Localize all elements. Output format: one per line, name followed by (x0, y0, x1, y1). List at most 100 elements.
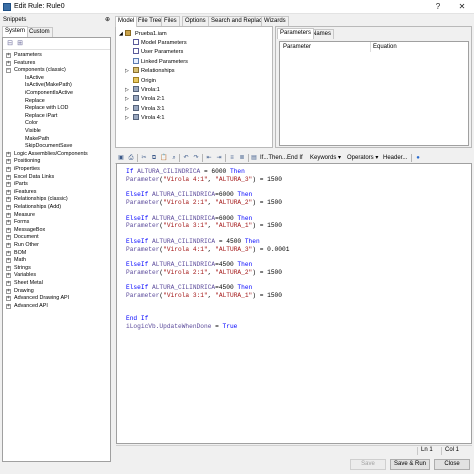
expand-all-icon[interactable]: ⊞ (16, 40, 24, 48)
expand-icon[interactable]: + (6, 281, 11, 286)
column-header-parameter[interactable]: Parameter (283, 44, 311, 50)
snippet-tree-item[interactable]: + Logic Assemblies/Components (3, 151, 108, 158)
model-tree-item[interactable]: Origin (125, 76, 156, 84)
snippet-tree-item[interactable]: + Measure (3, 212, 108, 219)
expand-icon[interactable]: + (6, 288, 11, 294)
snippet-tree-item[interactable]: + Features (3, 60, 108, 67)
expand-icon[interactable]: + (6, 60, 11, 66)
snippet-tree-item[interactable]: + iParts (3, 181, 108, 188)
pin-icon[interactable]: ⊕ (105, 17, 111, 23)
cut-icon[interactable]: ✂ (140, 154, 148, 162)
snippet-tree-item[interactable]: + Positioning (3, 158, 108, 165)
uncomment-icon[interactable]: ≣ (238, 154, 246, 162)
save-button[interactable]: Save (350, 459, 386, 470)
find-icon[interactable]: ⌕ (170, 154, 178, 162)
model-tree-item[interactable]: User Parameters (125, 48, 183, 55)
expand-icon[interactable]: + (6, 243, 11, 248)
model-tree-item[interactable]: ▷ Virola:1 (125, 86, 160, 93)
expand-icon[interactable]: + (6, 189, 11, 195)
code-editor[interactable]: If ALTURA_CILINDRICA = 6000 Then Paramete… (116, 163, 472, 444)
expand-icon[interactable]: + (6, 205, 11, 210)
snippet-tree-item[interactable]: + Advanced Drawing API (3, 295, 108, 302)
snippet-tree-item[interactable]: + MessageBox (3, 227, 108, 234)
model-tree-item[interactable]: Model Parameters (125, 39, 187, 46)
expand-icon[interactable]: + (6, 296, 11, 302)
snippet-tree-item[interactable]: + Excel Data Links (3, 174, 108, 181)
expand-icon[interactable]: + (6, 151, 11, 157)
snippet-tree-item[interactable]: + iProperties (3, 166, 108, 173)
paste-icon[interactable]: 📋 (160, 154, 168, 162)
indent-icon[interactable]: ⇥ (215, 154, 223, 162)
save-icon[interactable]: ▣ (117, 154, 125, 162)
model-tree-item[interactable]: ▷ Virola 3:1 (125, 104, 165, 113)
close-window-icon[interactable]: ✕ (454, 1, 470, 13)
expand-icon[interactable]: + (6, 250, 11, 256)
comment-icon[interactable]: ≡ (228, 154, 236, 162)
expand-icon[interactable]: + (6, 235, 11, 241)
help-circle-icon[interactable]: ● (414, 154, 422, 162)
snippet-tree-item[interactable]: + Strings (3, 265, 108, 272)
print-icon[interactable]: ⎙ (127, 154, 135, 162)
snippet-tree-item[interactable]: + Variables (3, 272, 108, 279)
close-button[interactable]: Close (434, 459, 470, 470)
snippet-tree-item[interactable]: + Relationships (Add) (3, 204, 108, 211)
column-header-equation[interactable]: Equation (373, 44, 397, 50)
expand-icon[interactable]: + (6, 197, 11, 203)
if-then-button[interactable]: If...Then...End If (260, 154, 303, 162)
snippet-tree-item[interactable]: Replace with LOD (3, 105, 108, 112)
snippet-tree-item[interactable]: IsActive(MakePath) (3, 82, 108, 89)
snippet-tree-item[interactable]: − Components (classic) (3, 67, 108, 74)
collapse-all-icon[interactable]: ⊟ (6, 40, 14, 48)
snippet-icon[interactable]: ▤ (250, 154, 258, 162)
expand-icon[interactable]: + (6, 182, 11, 188)
expand-icon[interactable]: + (6, 273, 11, 279)
tab-system[interactable]: System (2, 26, 29, 37)
model-tree-item[interactable]: ▷ Virola 2:1 (125, 95, 165, 102)
expand-arrow-icon[interactable]: ▷ (125, 96, 133, 103)
snippet-tree-item[interactable]: Color (3, 120, 108, 127)
copy-icon[interactable]: ⧉ (150, 154, 158, 162)
outdent-icon[interactable]: ⇤ (205, 154, 213, 162)
snippet-tree-item[interactable]: + BOM (3, 250, 108, 257)
snippet-tree-item[interactable]: + Run Other (3, 242, 108, 249)
save-run-button[interactable]: Save & Run (390, 459, 430, 470)
tab-custom[interactable]: Custom (26, 27, 53, 37)
expand-icon[interactable]: + (6, 159, 11, 165)
expand-icon[interactable]: + (6, 174, 11, 180)
snippet-tree-item[interactable]: + Relationships (classic) (3, 196, 108, 203)
snippet-tree-item[interactable]: Replace (3, 98, 108, 105)
expand-arrow-icon[interactable]: ▷ (125, 87, 133, 94)
keywords-dropdown[interactable]: Keywords ▾ (310, 154, 341, 162)
tab-options[interactable]: Options (182, 16, 209, 26)
expand-icon[interactable]: + (6, 220, 11, 226)
snippet-tree-item[interactable]: Replace iPart (3, 113, 108, 120)
snippet-tree-item[interactable]: IsActive (3, 75, 108, 82)
header-button[interactable]: Header... (383, 154, 407, 162)
help-icon[interactable]: ? (430, 1, 446, 13)
undo-icon[interactable]: ↶ (182, 154, 190, 162)
collapse-icon[interactable]: − (6, 68, 11, 74)
expand-icon[interactable]: + (6, 258, 11, 264)
expand-icon[interactable]: + (6, 265, 11, 271)
tab-search-replace[interactable]: Search and Replace (208, 16, 269, 26)
expand-arrow-icon[interactable]: ▷ (125, 115, 133, 122)
operators-dropdown[interactable]: Operators ▾ (347, 154, 378, 162)
snippet-tree-item[interactable]: Visible (3, 128, 108, 135)
snippet-tree-item[interactable]: MakePath (3, 136, 108, 143)
expand-icon[interactable]: + (6, 167, 11, 172)
model-tree-item[interactable]: ▷ Relationships (125, 67, 175, 74)
snippet-tree-item[interactable]: + Forms (3, 219, 108, 226)
expand-icon[interactable]: + (6, 303, 11, 309)
tab-wizards[interactable]: Wizards (261, 16, 289, 26)
snippet-tree-item[interactable]: SkipDocumentSave (3, 143, 108, 150)
expand-arrow-icon[interactable]: ▷ (125, 106, 133, 113)
snippet-tree-item[interactable]: + iFeatures (3, 189, 108, 196)
snippet-tree-item[interactable]: + Document (3, 234, 108, 241)
tab-file-tree[interactable]: File Tree (135, 16, 165, 26)
expand-icon[interactable]: + (6, 53, 11, 58)
model-tree-root[interactable]: ◢ Prueba1.iam (119, 30, 167, 37)
snippet-tree-item[interactable]: iComponentIsActive (3, 90, 108, 97)
snippet-tree-item[interactable]: + Drawing (3, 288, 108, 295)
expand-arrow-icon[interactable]: ▷ (125, 68, 133, 75)
snippet-tree-item[interactable]: + Parameters (3, 52, 108, 59)
